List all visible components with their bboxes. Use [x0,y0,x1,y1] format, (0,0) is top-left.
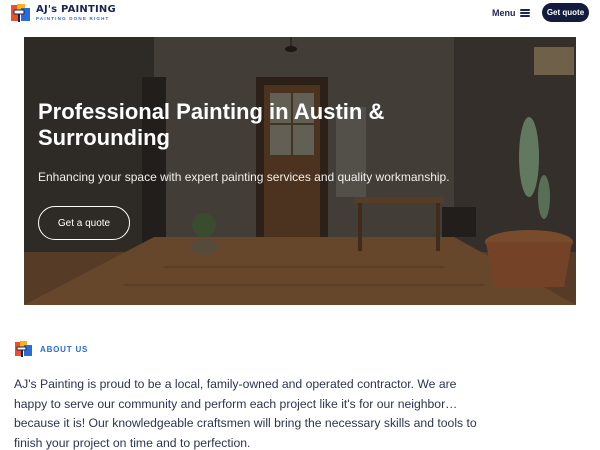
paint-roller-logo-icon [14,340,33,358]
get-quote-button[interactable]: Get quote [542,3,589,22]
site-header: AJ's PAINTING PAINTING DONE RIGHT Menu G… [0,0,600,28]
section-label-about: ABOUT US [40,345,89,354]
hero-banner: Professional Painting in Austin & Surrou… [24,37,576,305]
brand-tagline: PAINTING DONE RIGHT [36,15,110,21]
menu-label: Menu [492,8,516,18]
about-paragraph: AJ's Painting is proud to be a local, fa… [14,377,477,450]
brand-name: AJ's PAINTING [36,3,116,15]
brand-logo[interactable]: AJ's PAINTING PAINTING DONE RIGHT [10,2,116,24]
hero-title-bold: Professional Painting [38,99,263,124]
hero-get-quote-button[interactable]: Get a quote [38,206,130,240]
paint-roller-logo-icon [10,2,32,24]
hero-title: Professional Painting in Austin & Surrou… [38,99,418,151]
hero-subtitle: Enhancing your space with expert paintin… [38,170,450,184]
menu-button[interactable]: Menu [492,5,530,21]
hamburger-icon [519,9,530,17]
